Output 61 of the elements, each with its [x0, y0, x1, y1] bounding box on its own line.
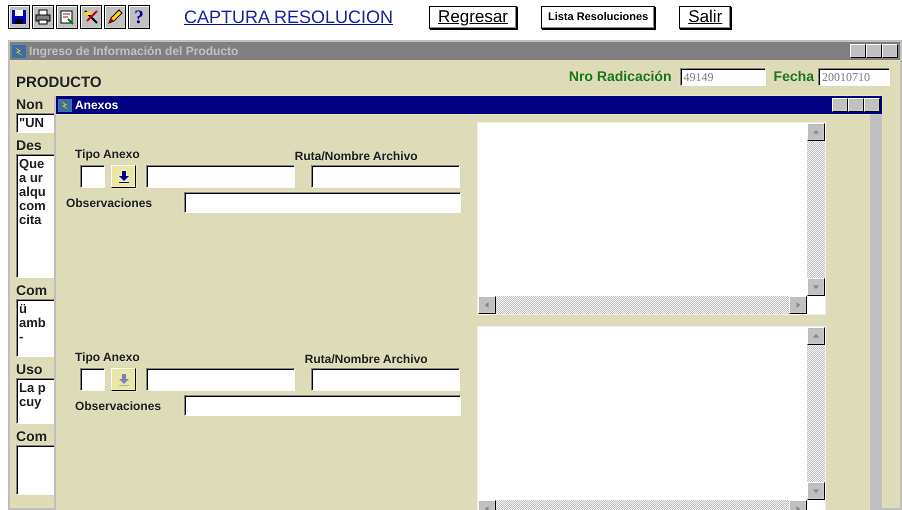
scroll-up-button[interactable] [807, 327, 825, 345]
field-label: Des [16, 137, 43, 154]
scroll-down-button[interactable] [807, 482, 825, 500]
field-label: Nro Radicación [568, 67, 672, 86]
path-field[interactable] [311, 368, 460, 391]
scroll-left-button[interactable] [478, 296, 496, 314]
section-heading: PRODUCTO [16, 74, 102, 92]
field-label: Uso [16, 361, 44, 378]
field-label: Com [16, 428, 48, 445]
scroll-down-button[interactable] [807, 278, 825, 296]
horizontal-scrollbar[interactable] [478, 296, 807, 314]
scroll-right-button[interactable] [789, 296, 807, 314]
observations-field[interactable] [184, 192, 461, 213]
close-button[interactable] [882, 44, 898, 58]
description-field[interactable] [146, 368, 295, 391]
minimize-button[interactable] [832, 98, 848, 112]
vertical-scrollbar[interactable] [807, 123, 825, 296]
app-title[interactable]: CAPTURA RESOLUCION [184, 4, 394, 30]
path-field[interactable] [311, 165, 460, 188]
toolbar-button[interactable]: Regresar [429, 6, 517, 28]
window-title: Anexos [75, 97, 118, 114]
document-button[interactable] [56, 5, 78, 29]
toolbar-button[interactable]: Lista Resoluciones [540, 6, 656, 28]
maximize-button[interactable] [866, 44, 882, 58]
text-field[interactable]: ü amb - [16, 299, 56, 357]
app-icon [12, 44, 26, 58]
observations-field[interactable] [184, 395, 461, 416]
vertical-scrollbar[interactable] [807, 327, 825, 500]
pencil-button[interactable] [104, 5, 126, 29]
dialog-icon [58, 98, 72, 112]
text-field[interactable]: Que a ur alqu com cita [16, 154, 56, 278]
field-label: Non [16, 96, 44, 113]
field-label: Observaciones [75, 398, 162, 412]
field-label: Tipo Anexo [75, 350, 140, 366]
text-field[interactable] [16, 445, 56, 495]
text-field[interactable]: La p cuy [16, 378, 56, 424]
field-label: Ruta/Nombre Archivo [304, 352, 428, 366]
date-field[interactable]: 20010710 [818, 68, 890, 86]
window-title: Ingreso de Información del Producto [29, 43, 238, 60]
help-button[interactable]: ? [128, 5, 150, 29]
code-field[interactable] [80, 165, 105, 188]
tools-button[interactable] [80, 5, 102, 29]
description-field[interactable] [146, 165, 295, 188]
field-label: Tipo Anexo [75, 147, 140, 163]
text-field[interactable]: "UN [16, 113, 56, 133]
printer-button[interactable] [32, 5, 54, 29]
field-label: Observaciones [66, 196, 154, 210]
code-field[interactable] [80, 368, 105, 391]
field-label: Fecha [774, 67, 814, 86]
field-label: Com [16, 282, 48, 299]
radicacion-field[interactable]: 49149 [680, 68, 766, 86]
down-arrow-icon [118, 170, 128, 182]
maximize-button[interactable] [848, 98, 864, 112]
scroll-up-button[interactable] [807, 123, 825, 141]
down-arrow-icon [118, 374, 128, 386]
minimize-button[interactable] [850, 44, 866, 58]
lookup-button[interactable] [111, 165, 136, 188]
field-label: Ruta/Nombre Archivo [294, 149, 418, 163]
save-button[interactable] [8, 5, 30, 29]
close-button[interactable] [864, 98, 880, 112]
toolbar-button[interactable]: Salir [679, 6, 732, 28]
